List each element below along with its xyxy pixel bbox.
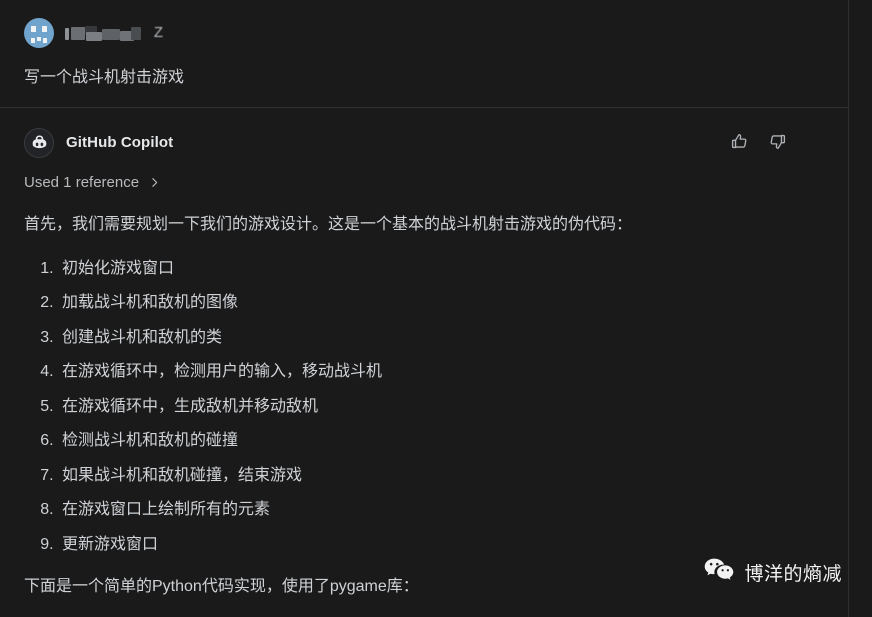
used-reference-label: Used 1 reference [24, 173, 140, 191]
username-tail: Z [153, 23, 163, 41]
list-item: 检测战斗机和敌机的碰撞 [58, 429, 824, 453]
list-item: 加载战斗机和敌机的图像 [58, 291, 824, 315]
wechat-icon [704, 557, 734, 588]
list-item: 创建战斗机和敌机的类 [58, 326, 824, 350]
used-reference-toggle[interactable]: Used 1 reference [24, 174, 161, 191]
username-redacted: Z [65, 23, 163, 41]
list-item: 如果战斗机和敌机碰撞，结束游戏 [58, 464, 824, 488]
github-copilot-icon [24, 127, 54, 158]
list-item: 初始化游戏窗口 [58, 257, 824, 281]
assistant-intro-paragraph: 首先，我们需要规划一下我们的游戏设计。这是一个基本的战斗机射击游戏的伪代码： [24, 215, 633, 233]
assistant-message-header: GitHub Copilot [24, 127, 824, 158]
user-message-header: Z [24, 18, 824, 48]
user-message-turn: Z 写一个战斗机射击游戏 [0, 0, 848, 108]
chat-panel: Z 写一个战斗机射击游戏 GitHub Copilot Used 1 refer… [0, 0, 849, 617]
list-item: 在游戏循环中，检测用户的输入，移动战斗机 [58, 360, 824, 384]
list-item: 在游戏循环中，生成敌机并移动敌机 [58, 395, 824, 419]
identicon-invader-avatar[interactable] [24, 18, 54, 48]
thumbs-down-icon[interactable] [766, 131, 788, 153]
list-item: 在游戏窗口上绘制所有的元素 [58, 498, 824, 522]
user-prompt-text: 写一个战斗机射击游戏 [24, 69, 185, 86]
assistant-message-turn: GitHub Copilot Used 1 reference 首先，我们需要规… [0, 108, 848, 609]
panel-gutter [850, 0, 872, 617]
feedback-actions [728, 131, 788, 153]
pseudocode-step-list: 初始化游戏窗口 加载战斗机和敌机的图像 创建战斗机和敌机的类 在游戏循环中，检测… [24, 257, 824, 557]
list-item: 更新游戏窗口 [58, 533, 824, 557]
chevron-right-icon [148, 176, 161, 189]
thumbs-up-icon[interactable] [728, 131, 750, 153]
watermark: 博洋的熵减 [704, 557, 842, 588]
assistant-name: GitHub Copilot [66, 134, 174, 152]
watermark-text: 博洋的熵减 [744, 564, 842, 585]
